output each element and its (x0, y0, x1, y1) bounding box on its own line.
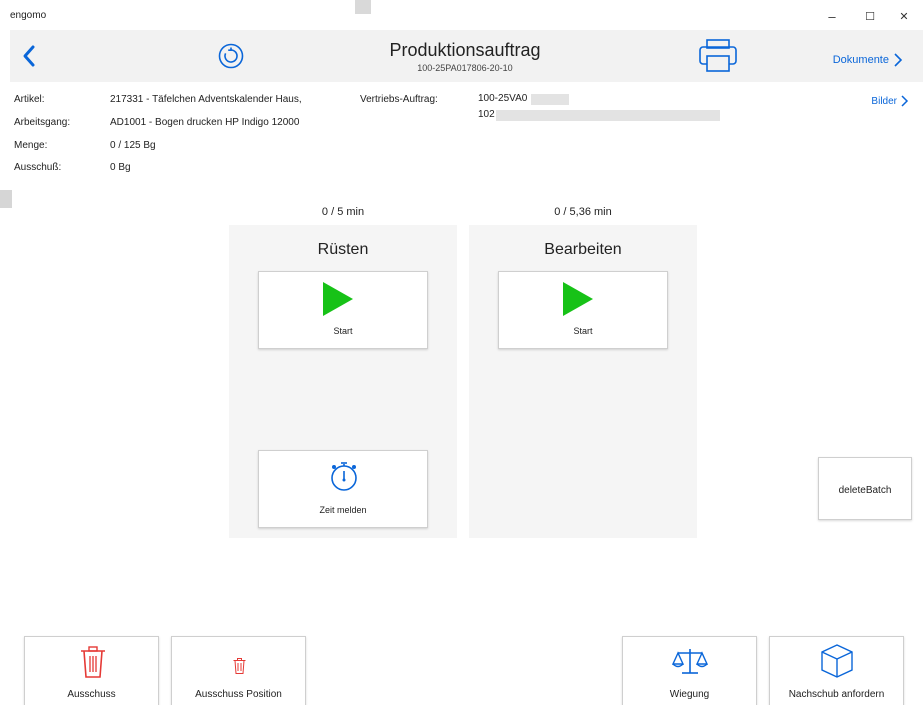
vertrieb-value-2: 102 (478, 109, 495, 120)
ruesten-start-label: Start (333, 326, 353, 336)
page-header: Produktionsauftrag 100-25PA017806-20-10 … (10, 30, 923, 82)
ruesten-time: 0 / 5 min (321, 206, 365, 218)
window-titlebar: engomo – ☐ ✕ (0, 0, 923, 32)
vertrieb-label: Vertriebs-Auftrag: (360, 94, 438, 105)
artikel-value: 217331 - Täfelchen Adventskalender Haus, (110, 94, 302, 105)
play-icon (563, 282, 593, 316)
stopwatch-icon (331, 462, 357, 491)
bearbeiten-start-button[interactable]: Start (498, 271, 668, 349)
back-button[interactable] (18, 44, 42, 68)
bearbeiten-title: Bearbeiten (544, 241, 622, 258)
menge-value: 0 / 125 Bg (110, 140, 156, 151)
app-name: engomo (10, 10, 47, 21)
refresh-button[interactable] (217, 42, 245, 70)
order-number: 100-25PA017806-20-10 (417, 63, 513, 73)
nachschub-label: Nachschub anfordern (788, 689, 885, 700)
bearbeiten-start-label: Start (573, 326, 593, 336)
arbeitsgang-value: AD1001 - Bogen drucken HP Indigo 12000 (110, 117, 300, 128)
refresh-icon (218, 43, 244, 69)
printer-icon (699, 39, 737, 72)
ausschuss-value: 0 Bg (110, 162, 131, 173)
ruesten-start-button[interactable]: Start (258, 271, 428, 349)
ruesten-panel: Rüsten Start Zeit melden (229, 225, 457, 538)
ausschuss-position-label: Ausschuss Position (195, 689, 282, 700)
vertrieb-value-1: 100-25VA0 (478, 93, 528, 104)
trash-icon (233, 658, 246, 674)
trash-icon (81, 646, 105, 678)
documents-link[interactable]: Dokumente (833, 52, 903, 68)
background-window-edge-left (0, 190, 12, 208)
chevron-right-icon (901, 95, 909, 107)
bilder-link[interactable]: Bilder (871, 94, 909, 108)
delete-batch-button[interactable]: deleteBatch (818, 457, 912, 520)
bilder-label: Bilder (871, 95, 897, 107)
zeit-melden-button[interactable]: Zeit melden (258, 450, 428, 528)
ausschuss-position-button[interactable]: Ausschuss Position (171, 636, 306, 705)
wiegung-button[interactable]: Wiegung (622, 636, 757, 705)
page-title-block: Produktionsauftrag 100-25PA017806-20-10 (310, 40, 620, 73)
ruesten-title: Rüsten (317, 241, 369, 258)
box-icon (821, 644, 853, 678)
play-icon (323, 282, 353, 316)
arbeitsgang-label: Arbeitsgang: (14, 117, 71, 128)
bearbeiten-panel: Bearbeiten Start (469, 225, 697, 538)
nachschub-button[interactable]: Nachschub anfordern (769, 636, 904, 705)
menge-label: Menge: (14, 140, 48, 151)
artikel-label: Artikel: (14, 94, 45, 105)
scale-icon (672, 649, 708, 674)
redacted-block (531, 94, 569, 105)
zeit-melden-label: Zeit melden (319, 505, 367, 515)
ausschuss-label: Ausschuss (67, 689, 116, 700)
chevron-left-icon (23, 45, 35, 67)
delete-batch-label: deleteBatch (838, 485, 892, 496)
wiegung-label: Wiegung (669, 689, 710, 700)
print-button[interactable] (698, 39, 738, 73)
close-button[interactable]: ✕ (890, 6, 918, 28)
redacted-block (496, 110, 720, 121)
minimize-button[interactable]: – (818, 6, 846, 28)
documents-label: Dokumente (832, 54, 889, 66)
ausschuss-label: Ausschuß: (14, 162, 62, 173)
page-title: Produktionsauftrag (389, 40, 541, 60)
chevron-right-icon (894, 53, 903, 67)
bearbeiten-time: 0 / 5,36 min (554, 206, 612, 218)
ausschuss-button[interactable]: Ausschuss (24, 636, 159, 705)
background-window-edge (355, 0, 371, 14)
maximize-button[interactable]: ☐ (856, 6, 884, 28)
